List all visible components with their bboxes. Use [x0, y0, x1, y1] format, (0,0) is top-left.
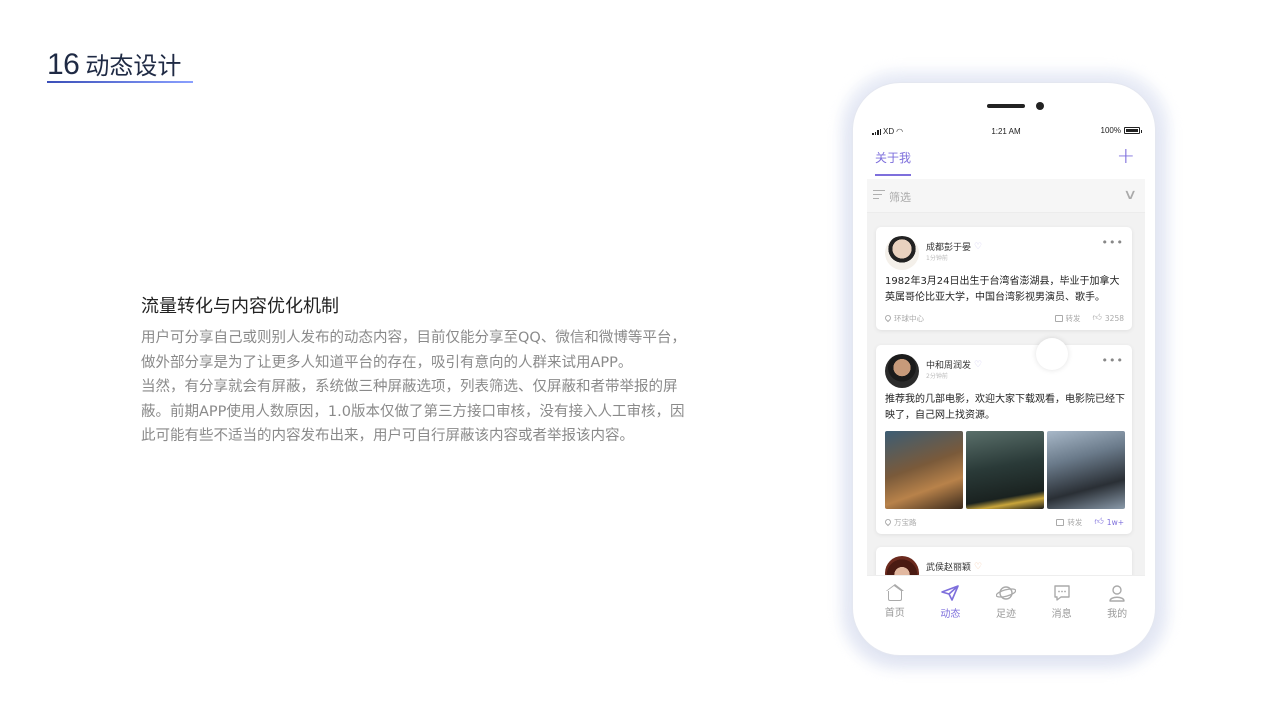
- post-location[interactable]: 环球中心: [894, 313, 924, 324]
- description-line: 当然，有分享就会有屏蔽，系统做三种屏蔽选项，列表筛选、仅屏蔽和者带举报的屏: [141, 379, 678, 395]
- post-card[interactable]: 成都彭于晏 ♡ 1分钟前 ••• 1982年3月24日出生于台湾省澎湖县，毕业于加…: [876, 227, 1132, 330]
- title-underline: [47, 81, 193, 83]
- share-button[interactable]: 转发: [1054, 313, 1081, 324]
- avatar[interactable]: [885, 236, 919, 270]
- post-location[interactable]: 万宝路: [894, 517, 917, 528]
- share-icon: [1054, 314, 1063, 322]
- status-bar: XD ◠ 1:21 AM 100%: [867, 123, 1145, 139]
- app-screen: XD ◠ 1:21 AM 100% 关于我 + 筛选 ∨ 成都彭于晏 ♡ 1分钟…: [867, 123, 1145, 623]
- movie-poster-image[interactable]: [1047, 431, 1125, 509]
- filter-bar[interactable]: 筛选 ∨: [867, 179, 1145, 213]
- filter-label: 筛选: [889, 191, 911, 204]
- post-feed[interactable]: 成都彭于晏 ♡ 1分钟前 ••• 1982年3月24日出生于台湾省澎湖县，毕业于加…: [867, 213, 1145, 575]
- tab-label: 我的: [1107, 609, 1128, 620]
- tab-about-me[interactable]: 关于我: [875, 149, 912, 176]
- location-icon: [883, 517, 893, 527]
- post-author[interactable]: 中和周润发 ♡: [926, 358, 983, 372]
- share-icon: [1056, 518, 1065, 526]
- description-block: 流量转化与内容优化机制 用户可分享自己或则别人发布的动态内容，目前仅能分享至QQ…: [141, 292, 751, 449]
- phone-speaker: [987, 104, 1025, 108]
- thumbs-up-icon: 👍︎: [1092, 313, 1102, 323]
- add-post-button[interactable]: +: [1117, 143, 1135, 171]
- post-author[interactable]: 武侯赵丽颖 ♡: [926, 560, 983, 574]
- like-button[interactable]: 👍︎ 3258: [1093, 313, 1125, 323]
- post-time: 1分钟前: [926, 255, 948, 262]
- battery-icon: [1124, 127, 1142, 134]
- location-icon: [883, 313, 893, 323]
- description-line: 蔽。前期APP使用人数原因，1.0版本仅做了第三方接口审核，没有接入人工审核，因: [141, 403, 685, 420]
- send-icon: [940, 584, 960, 602]
- app-header: 关于我 +: [867, 139, 1145, 179]
- avatar[interactable]: [885, 354, 919, 388]
- filter-icon: [873, 190, 885, 200]
- share-button[interactable]: 转发: [1056, 517, 1082, 528]
- movie-poster-image[interactable]: [885, 431, 963, 509]
- post-card[interactable]: 中和周润发 ♡ 2分钟前 ••• 推荐我的几部电影，欢迎大家下载观看，电影院已经下…: [876, 345, 1132, 534]
- tab-messages[interactable]: 消息: [1034, 576, 1090, 623]
- post-text: 推荐我的几部电影，欢迎大家下载观看，电影院已经下映了，自己网上找资源。: [885, 394, 1125, 421]
- message-icon: [1052, 584, 1072, 602]
- description-heading: 流量转化与内容优化机制: [141, 296, 339, 317]
- post-images: [885, 431, 1125, 509]
- description-line: 做外部分享是为了让更多人知道平台的存在，吸引有意向的人群来试用APP。: [141, 354, 633, 371]
- post-card[interactable]: 武侯赵丽颖 ♡: [876, 547, 1132, 575]
- user-icon: [1107, 584, 1127, 602]
- tab-moments[interactable]: 动态: [923, 576, 979, 623]
- more-icon[interactable]: •••: [1102, 236, 1124, 249]
- chevron-down-icon[interactable]: ∨: [1123, 187, 1137, 203]
- post-text: 1982年3月24日出生于台湾省澎湖县，毕业于加拿大英属哥伦比亚大学，中国台湾影…: [885, 276, 1120, 303]
- phone-mockup: XD ◠ 1:21 AM 100% 关于我 + 筛选 ∨ 成都彭于晏 ♡ 1分钟…: [852, 82, 1156, 656]
- heart-icon: ♡: [974, 241, 983, 252]
- battery-percent: 100%: [1100, 126, 1121, 135]
- post-author[interactable]: 成都彭于晏 ♡: [926, 240, 983, 254]
- slide-number: 16: [47, 48, 80, 81]
- slide-title-text: 动态设计: [85, 52, 182, 80]
- tab-label: 首页: [884, 608, 905, 619]
- post-footer: 万宝路 转发 👍︎ 1w+: [883, 516, 1124, 528]
- tab-label: 消息: [1051, 609, 1072, 620]
- post-time: 2分钟前: [926, 373, 948, 380]
- slide: 16 动态设计 流量转化与内容优化机制 用户可分享自己或则别人发布的动态内容，目…: [0, 0, 1280, 720]
- description-line: 用户可分享自己或则别人发布的动态内容，目前仅能分享至QQ、微信和微博等平台，: [141, 330, 686, 346]
- slide-title: 16 动态设计: [47, 46, 181, 82]
- tab-label: 动态: [940, 609, 961, 620]
- touch-indicator: [1036, 338, 1068, 370]
- bottom-tab-bar: 首页 动态 足迹 消息 我的: [867, 575, 1145, 623]
- more-icon[interactable]: •••: [1102, 354, 1124, 367]
- tab-profile[interactable]: 我的: [1089, 576, 1145, 623]
- post-footer: 环球中心 转发 👍︎ 3258: [883, 312, 1125, 324]
- heart-icon: ♡: [974, 561, 983, 572]
- planet-icon: [995, 584, 1017, 602]
- avatar[interactable]: [885, 556, 919, 575]
- description-line: 此可能有些不适当的内容发布出来，用户可自行屏蔽该内容或者举报该内容。: [141, 428, 634, 444]
- movie-poster-image[interactable]: [966, 431, 1044, 509]
- like-button[interactable]: 👍︎ 1w+: [1094, 517, 1124, 527]
- phone-camera: [1036, 102, 1044, 110]
- tab-label: 足迹: [995, 609, 1016, 620]
- tab-footprint[interactable]: 足迹: [978, 576, 1034, 623]
- tab-home[interactable]: 首页: [867, 576, 923, 623]
- heart-icon: ♡: [974, 359, 983, 370]
- home-icon: [885, 584, 904, 601]
- thumbs-up-icon: 👍︎: [1094, 517, 1104, 527]
